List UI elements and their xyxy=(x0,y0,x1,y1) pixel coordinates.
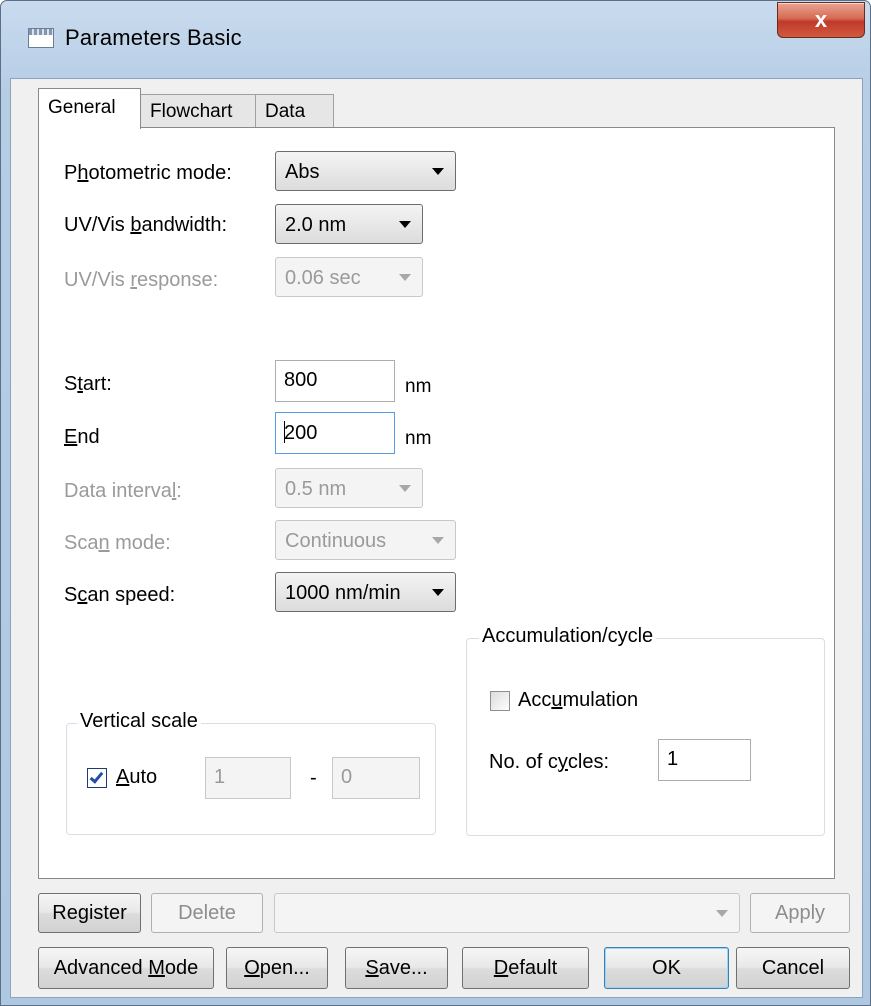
end-label: End xyxy=(64,426,100,448)
vertical-scale-title: Vertical scale xyxy=(77,710,201,733)
vertical-scale-group: Vertical scale Auto 1 - 0 xyxy=(66,710,436,835)
chevron-down-icon xyxy=(399,221,411,228)
advanced-mode-button[interactable]: Advanced Mode xyxy=(38,947,214,989)
uvvis-bandwidth-dropdown[interactable]: 2.0 nm xyxy=(275,204,423,244)
scan-mode-dropdown: Continuous xyxy=(275,520,456,560)
start-unit: nm xyxy=(405,376,432,397)
title-bar[interactable]: Parameters Basic x xyxy=(1,1,870,79)
start-label: Start: xyxy=(64,373,112,395)
tab-general[interactable]: General xyxy=(38,88,141,129)
scan-speed-value: 1000 nm/min xyxy=(285,582,401,604)
scan-speed-dropdown[interactable]: 1000 nm/min xyxy=(275,572,456,612)
cycles-input[interactable]: 1 xyxy=(658,739,751,781)
accumulation-cycle-title: Accumulation/cycle xyxy=(479,625,657,648)
data-interval-label: Data interval: xyxy=(64,480,182,502)
accumulation-checkbox[interactable] xyxy=(490,691,510,711)
default-button[interactable]: Default xyxy=(462,947,589,989)
end-input[interactable]: 200 xyxy=(275,412,395,454)
delete-button: Delete xyxy=(151,893,263,933)
uvvis-response-label: UV/Vis response: xyxy=(64,269,219,291)
data-interval-value: 0.5 nm xyxy=(285,478,347,500)
uvvis-response-value: 0.06 sec xyxy=(285,267,361,289)
uvvis-response-dropdown: 0.06 sec xyxy=(275,257,423,297)
auto-checkbox[interactable] xyxy=(87,768,107,788)
data-interval-dropdown: 0.5 nm xyxy=(275,468,423,508)
parameters-dialog: Parameters Basic x General Flowchart Dat… xyxy=(0,0,871,1006)
accumulation-label[interactable]: Accumulation xyxy=(518,689,638,712)
cycles-label: No. of cycles: xyxy=(489,751,610,773)
chevron-down-icon xyxy=(399,485,411,492)
save-button[interactable]: Save... xyxy=(345,947,448,989)
scan-mode-value: Continuous xyxy=(285,530,387,552)
photometric-mode-label: Photometric mode: xyxy=(64,162,232,184)
end-input-value: 200 xyxy=(284,422,318,444)
open-button[interactable]: Open... xyxy=(226,947,328,989)
dialog-body: General Flowchart Data Photometric mode:… xyxy=(10,78,863,998)
vertical-scale-min-input: 1 xyxy=(205,757,291,799)
ok-button[interactable]: OK xyxy=(604,947,729,989)
chevron-down-icon xyxy=(432,168,444,175)
chevron-down-icon xyxy=(716,910,728,917)
close-button[interactable]: x xyxy=(777,2,865,38)
chevron-down-icon xyxy=(399,274,411,281)
preset-dropdown xyxy=(274,893,740,933)
vertical-scale-max-input: 0 xyxy=(332,757,420,799)
cancel-button[interactable]: Cancel xyxy=(736,947,850,989)
end-unit: nm xyxy=(405,428,432,449)
uvvis-bandwidth-value: 2.0 nm xyxy=(285,214,347,236)
chevron-down-icon xyxy=(432,537,444,544)
tab-flowchart[interactable]: Flowchart xyxy=(140,94,256,128)
uvvis-bandwidth-label: UV/Vis bandwidth: xyxy=(64,214,228,236)
window-icon xyxy=(28,28,54,48)
start-input[interactable]: 800 xyxy=(275,360,395,402)
photometric-mode-dropdown[interactable]: Abs xyxy=(275,151,456,191)
register-button[interactable]: Register xyxy=(38,893,141,933)
checkmark-icon xyxy=(89,769,104,784)
accumulation-cycle-group: Accumulation/cycle Accumulation No. of c… xyxy=(466,625,825,836)
apply-button: Apply xyxy=(750,893,850,933)
general-tab-panel: Photometric mode: Abs UV/Vis bandwidth: … xyxy=(38,127,835,879)
scan-speed-label: Scan speed: xyxy=(64,584,176,606)
window-title: Parameters Basic xyxy=(65,25,242,50)
auto-label[interactable]: Auto xyxy=(116,766,157,789)
range-separator: - xyxy=(310,767,317,789)
photometric-mode-value: Abs xyxy=(285,161,320,183)
tab-data[interactable]: Data xyxy=(255,94,334,128)
scan-mode-label: Scan mode: xyxy=(64,532,171,554)
chevron-down-icon xyxy=(432,589,444,596)
